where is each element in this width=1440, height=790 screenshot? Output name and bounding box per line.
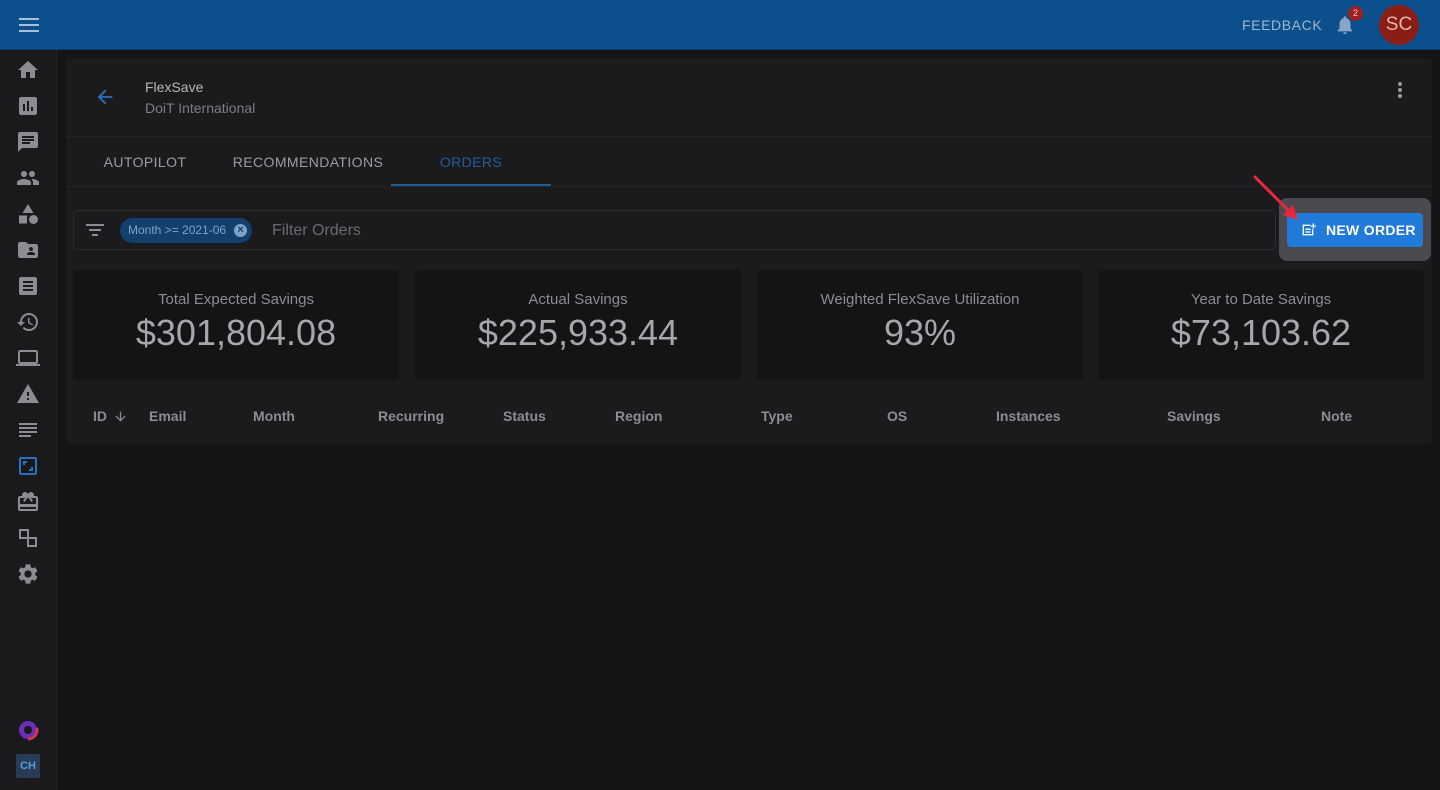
summary-label: Year to Date Savings [1190,291,1332,308]
column-header-savings[interactable]: Savings [1167,408,1221,424]
page-title: FlexSave [145,79,204,95]
column-header-instances[interactable]: Instances [996,408,1061,424]
flexsave-icon[interactable] [16,454,40,478]
settings-icon[interactable] [16,562,40,586]
logo-ch[interactable]: CH [16,754,40,778]
filter-list-icon[interactable] [84,221,106,241]
app-bar: FEEDBACK 2 SC [0,0,1440,50]
note-add-icon [1302,223,1316,236]
folder-account-icon[interactable] [16,238,40,262]
summary-label: Weighted FlexSave Utilization [820,291,1020,308]
sidebar: CH [0,50,57,790]
laptop-icon[interactable] [16,346,40,370]
column-header-type[interactable]: Type [761,408,793,424]
notification-count-badge: 2 [1348,6,1363,21]
column-header-email[interactable]: Email [149,408,186,424]
column-header-os[interactable]: OS [887,408,907,424]
people-icon[interactable] [16,166,40,190]
filter-orders-input[interactable] [272,219,1172,243]
menu-icon[interactable] [16,14,42,36]
marketplace-icon[interactable] [16,490,40,514]
flexsave-card: FlexSave DoiT International AUTOPILOT RE… [66,58,1432,444]
sort-arrow-down-icon [115,411,126,422]
shapes-icon[interactable] [16,202,40,226]
filter-chip-label: Month >= 2021-06 [128,223,227,237]
tab-recommendations[interactable]: RECOMMENDATIONS [224,138,392,186]
chip-close-icon[interactable]: × [234,224,248,237]
receipt-icon[interactable] [16,274,40,298]
column-header-label: ID [93,408,107,424]
column-header-id[interactable]: ID [93,408,128,424]
user-avatar[interactable]: SC [1379,5,1419,45]
help-orb-icon[interactable] [16,718,40,742]
list-icon[interactable] [16,418,40,442]
column-header-note[interactable]: Note [1321,408,1352,424]
home-icon[interactable] [16,58,40,82]
new-order-label: NEW ORDER [1326,222,1416,238]
summary-tile: Actual Savings $225,933.44 [415,270,741,380]
back-arrow-icon[interactable] [94,86,116,108]
filter-bar: Month >= 2021-06 × [73,210,1276,250]
chat-icon[interactable] [16,130,40,154]
column-header-status[interactable]: Status [503,408,546,424]
column-header-recurring[interactable]: Recurring [378,408,444,424]
history-icon[interactable] [16,310,40,334]
more-vert-icon[interactable] [1390,80,1410,100]
summary-value: 93% [883,312,957,353]
card-header: FlexSave DoiT International [66,58,1432,137]
analytics-icon[interactable] [16,94,40,118]
summary-value: $301,804.08 [135,312,337,353]
summary-label: Actual Savings [528,291,628,308]
summary-tile: Year to Date Savings $73,103.62 [1098,270,1424,380]
integrations-icon[interactable] [16,526,40,550]
summary-value: $73,103.62 [1170,312,1352,353]
tab-autopilot[interactable]: AUTOPILOT [90,138,200,186]
page-subtitle: DoiT International [145,100,256,116]
feedback-button[interactable]: FEEDBACK [1242,17,1322,33]
summary-tile: Total Expected Savings $301,804.08 [73,270,399,380]
summary-tile: Weighted FlexSave Utilization 93% [757,270,1083,380]
column-header-region[interactable]: Region [615,408,662,424]
summary-label: Total Expected Savings [158,291,314,308]
summary-value: $225,933.44 [477,312,679,353]
filter-chip[interactable]: Month >= 2021-06 × [120,218,253,243]
new-order-button[interactable]: NEW ORDER [1287,213,1423,247]
tab-bar: AUTOPILOT RECOMMENDATIONS ORDERS [66,138,1432,187]
column-header-month[interactable]: Month [253,408,295,424]
tab-orders[interactable]: ORDERS [391,138,551,186]
warning-icon[interactable] [16,382,40,406]
